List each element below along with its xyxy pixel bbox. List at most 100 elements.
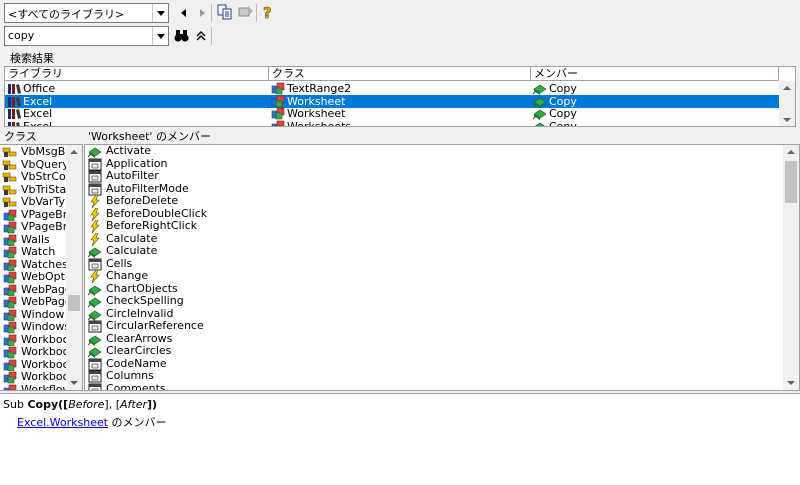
member-list-item[interactable]: Columns — [87, 369, 777, 383]
search-result-row[interactable]: Excel Worksheet Copy — [5, 94, 779, 108]
member-list-item-label: Calculate — [106, 244, 158, 257]
search-combo[interactable]: copy — [4, 26, 169, 46]
scroll-down-button[interactable] — [66, 376, 82, 390]
library-combo[interactable]: <すべてのライブラリ> — [4, 3, 169, 23]
class-list-item[interactable]: VbVarTyp — [2, 196, 66, 209]
result-cell-library: Excel — [5, 95, 269, 108]
result-cell-class: Worksheet — [269, 107, 531, 120]
class-list-item[interactable]: VbMsgBox — [2, 146, 66, 159]
library-combo-dropdown-button[interactable] — [152, 4, 168, 22]
class-list-item[interactable]: Workbook — [2, 359, 66, 372]
result-text: Worksheets — [287, 119, 352, 127]
member-list-item[interactable]: ClearArrows — [87, 332, 777, 346]
class-list-item[interactable]: Windows — [2, 321, 66, 334]
method-icon — [532, 97, 547, 108]
classes-list[interactable]: VbMsgBoxVbQueryCVbStrConVbTriStateVbVarT… — [0, 144, 83, 391]
scroll-up-button[interactable] — [66, 145, 82, 159]
member-list-item[interactable]: Comments — [87, 381, 777, 391]
class-list-item[interactable]: Walls — [2, 234, 66, 247]
member-list-item[interactable]: Cells — [87, 257, 777, 270]
member-list-item[interactable]: AutoFilter — [87, 169, 777, 183]
member-list-item[interactable]: CheckSpelling — [87, 294, 777, 308]
class-list-item[interactable]: VbQueryC — [2, 159, 66, 172]
search-result-row[interactable]: Excel Worksheets Copy — [5, 119, 779, 127]
method-icon — [532, 107, 548, 120]
copy-icon — [217, 4, 232, 20]
scroll-down-button[interactable] — [783, 376, 799, 390]
library-link[interactable]: Excel — [17, 416, 46, 429]
back-button[interactable] — [175, 4, 193, 22]
signature-keyword: Sub — [3, 398, 24, 411]
class-icon — [271, 120, 285, 126]
class-list-item-label: Workflow — [21, 383, 66, 391]
class-icon — [3, 271, 17, 284]
member-list-item[interactable]: Activate — [87, 145, 777, 158]
column-header-library[interactable]: ライブラリ — [5, 67, 269, 81]
class-list-item[interactable]: WebOptio — [2, 271, 66, 284]
enum-icon — [2, 160, 17, 170]
class-list-item[interactable]: Watch — [2, 246, 66, 259]
property-icon — [87, 258, 103, 270]
class-list-item[interactable]: Window — [2, 309, 66, 322]
class-list-item[interactable]: Workbook — [2, 371, 66, 384]
member-list-item[interactable]: BeforeRightClick — [87, 219, 777, 234]
property-icon — [88, 170, 102, 183]
member-list-item[interactable]: AutoFilterMode — [87, 182, 777, 195]
column-header-member[interactable]: メンバー — [531, 67, 779, 81]
class-list-item[interactable]: WebPageI — [2, 296, 66, 309]
view-definition-button[interactable] — [236, 3, 254, 21]
scroll-up-button[interactable] — [779, 81, 795, 95]
view-definition-icon — [238, 6, 253, 17]
class-list-item[interactable]: Workbook — [2, 334, 66, 347]
column-header-class[interactable]: クラス — [269, 67, 531, 81]
classes-pane-title: クラス — [4, 130, 37, 143]
forward-button[interactable] — [193, 4, 211, 22]
library-icon — [8, 109, 21, 119]
members-scrollbar[interactable] — [783, 145, 799, 390]
members-list[interactable]: Activate Application AutoFilter AutoFilterM… — [84, 144, 800, 391]
signature-param-after: After — [119, 398, 147, 411]
classes-scrollbar[interactable] — [66, 145, 82, 390]
class-icon — [3, 321, 17, 334]
class-list-item[interactable]: Workbook — [2, 346, 66, 359]
class-list-item[interactable]: WebPageI — [2, 284, 66, 297]
member-list-item[interactable]: ChartObjects — [87, 282, 777, 296]
method-icon — [532, 120, 548, 126]
result-text: Copy — [549, 82, 577, 95]
method-icon — [87, 297, 102, 308]
member-list-item[interactable]: Calculate — [87, 244, 777, 258]
hide-search-results-button[interactable] — [192, 27, 210, 45]
method-icon — [87, 245, 103, 258]
help-button[interactable]: ? — [259, 3, 277, 23]
member-list-item[interactable]: ClearCircles — [87, 344, 777, 358]
class-list-item[interactable]: VPageBre — [2, 209, 66, 222]
scroll-thumb[interactable] — [68, 295, 80, 311]
member-list-item[interactable]: CircularReference — [87, 319, 777, 333]
search-button[interactable] — [173, 27, 191, 45]
class-list-item[interactable]: Workflow — [2, 383, 66, 391]
event-icon — [90, 232, 100, 246]
member-list-item[interactable]: Change — [87, 269, 777, 284]
member-list-item[interactable]: Calculate — [87, 232, 777, 246]
library-icon — [6, 95, 22, 108]
search-result-row[interactable]: Office TextRange2 Copy — [5, 82, 779, 95]
property-icon — [87, 158, 103, 170]
class-link[interactable]: Worksheet — [50, 416, 108, 429]
class-list-item[interactable]: VbTriState — [2, 184, 66, 197]
search-result-row[interactable]: Excel Worksheet Copy — [5, 107, 779, 120]
class-list-item[interactable]: VPageBre — [2, 221, 66, 234]
member-list-item[interactable]: CodeName — [87, 357, 777, 370]
member-list-item[interactable]: BeforeDelete — [87, 194, 777, 209]
scroll-thumb[interactable] — [785, 161, 797, 203]
search-results-list[interactable]: ライブラリ クラス メンバー Office TextRange2 Copy Excel… — [4, 66, 796, 127]
library-icon — [8, 96, 21, 107]
scroll-up-button[interactable] — [783, 145, 799, 159]
class-list-item[interactable]: VbStrCon — [2, 171, 66, 184]
scroll-down-button[interactable] — [779, 113, 795, 126]
search-combo-dropdown-button[interactable] — [152, 27, 168, 45]
copy-to-clipboard-button[interactable] — [216, 3, 234, 21]
class-list-item[interactable]: Watches — [2, 259, 66, 272]
search-results-scrollbar[interactable] — [779, 81, 795, 126]
member-list-item[interactable]: Application — [87, 157, 777, 170]
member-list-item-label: Comments — [106, 381, 166, 391]
